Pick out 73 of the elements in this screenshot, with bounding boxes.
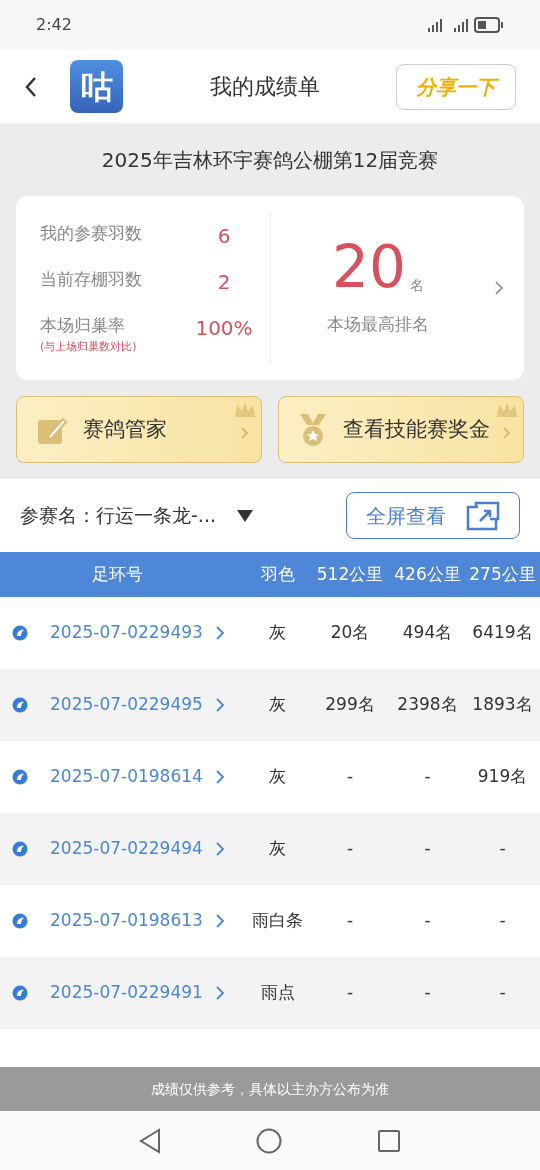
table-cell-text: - [345, 837, 355, 861]
stat-label: 本场归巢率 [40, 314, 126, 337]
battery-icon [474, 17, 504, 33]
table-cell-text: - [345, 765, 355, 789]
table-cell-text: - [345, 909, 355, 933]
race-title: 2025年吉林环宇赛鸽公棚第12届竞赛 [100, 146, 440, 174]
chevron-icon [215, 985, 225, 1001]
footer-note: 成绩仅供参考，具体以主办方公布为准 [0, 1067, 540, 1111]
column-header: 426公里 [393, 562, 462, 586]
table-cell-text: - [345, 981, 355, 1005]
back-nav-icon[interactable] [139, 1127, 161, 1154]
stat-value: 6 [216, 223, 232, 250]
home-nav-icon[interactable] [256, 1127, 282, 1154]
table-cell-text: 1893名 [471, 693, 534, 717]
table-cell-text: - [423, 765, 432, 789]
table-cell-text: 299名 [324, 693, 376, 717]
table-cell-text: 灰 [268, 693, 287, 717]
table-cell-text: 灰 [268, 765, 287, 789]
ring-number[interactable]: 2025-07-0198614 [40, 764, 215, 790]
table-cell-text: 灰 [268, 837, 287, 861]
best-rank-link[interactable]: 20 名 本场最高排名 [271, 238, 524, 338]
stat-value: 2 [216, 269, 232, 296]
status-time: 2:42 [36, 14, 72, 36]
table-cell-text: - [423, 981, 432, 1005]
chevron-icon [215, 697, 225, 713]
dropdown-icon[interactable] [236, 508, 254, 523]
back-icon[interactable] [24, 75, 38, 98]
column-header: 羽色 [259, 562, 296, 586]
chevron-icon [494, 280, 504, 296]
chevron-icon [215, 769, 225, 785]
stat-value: 100% [194, 315, 254, 342]
table-row[interactable]: 2025-07-0229491 雨点 - - - [0, 957, 540, 1029]
column-header: 512公里 [315, 562, 385, 586]
ring-number[interactable]: 2025-07-0229493 [40, 620, 215, 646]
table-cell-text: 2398名 [396, 693, 459, 717]
page-title: 我的成绩单 [210, 73, 320, 101]
app-logo: 咕 [70, 60, 123, 113]
rank-label: 本场最高排名 [327, 313, 429, 337]
entrant-value[interactable]: 行运一条龙-... [96, 501, 216, 530]
table-cell-text: 20名 [329, 621, 371, 645]
table-row[interactable]: 2025-07-0229494 灰 - - - [0, 813, 540, 885]
stat-label: 当前存棚羽数 [40, 268, 142, 291]
column-header: 足环号 [91, 562, 144, 586]
feature-button[interactable]: 赛鸽管家 [16, 396, 262, 463]
table-cell-text: 919名 [476, 765, 529, 789]
entrant-label: 参赛名： [20, 503, 96, 529]
table-cell-text: 494名 [401, 621, 454, 645]
chevron-icon [503, 427, 511, 439]
table-cell-text: - [423, 909, 432, 933]
table-cell-text: - [498, 981, 507, 1005]
chevron-icon [215, 841, 225, 857]
external-icon [466, 500, 500, 531]
table-cell-text: 雨点 [259, 981, 296, 1005]
best-rank: 20 [332, 238, 406, 297]
feature-button[interactable]: 查看技能赛奖金 [278, 396, 524, 463]
chevron-icon [241, 427, 249, 439]
stat-note: (与上场归巢数对比) [40, 338, 137, 355]
rank-unit: 名 [409, 276, 424, 296]
column-header: 275公里 [468, 562, 537, 586]
medal-icon [299, 412, 327, 447]
recents-nav-icon[interactable] [377, 1128, 401, 1153]
table-cell-text: 灰 [268, 621, 287, 645]
chevron-icon [215, 625, 225, 641]
chevron-icon [215, 913, 225, 929]
ring-number[interactable]: 2025-07-0198613 [40, 908, 215, 934]
table-row[interactable]: 2025-07-0229495 灰 299名 2398名 1893名 [0, 669, 540, 741]
table-cell-text: 6419名 [471, 621, 534, 645]
table-cell-text: - [498, 837, 507, 861]
stat-label: 我的参赛羽数 [40, 222, 142, 245]
table-cell-text: 雨白条 [251, 909, 304, 933]
table-cell-text: - [498, 909, 507, 933]
fullscreen-button[interactable]: 全屏查看 [346, 492, 520, 539]
table-cell-text: - [423, 837, 432, 861]
